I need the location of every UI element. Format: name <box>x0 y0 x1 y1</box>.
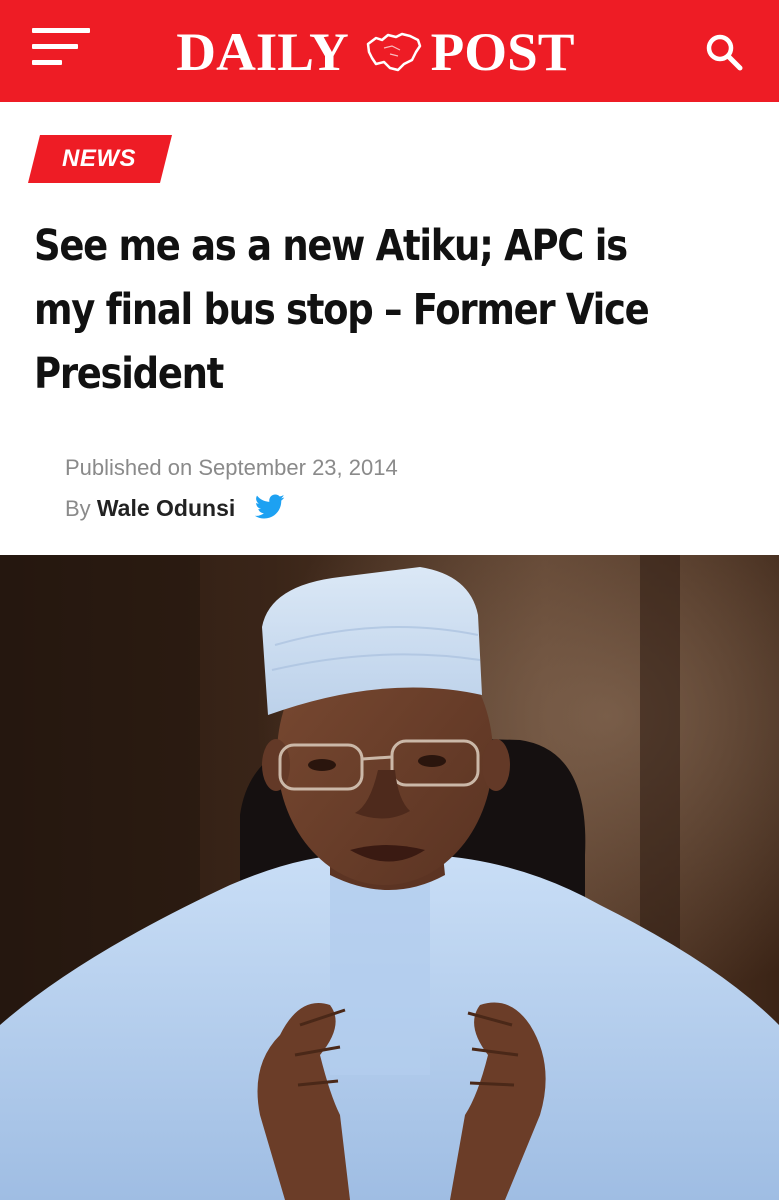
published-date: September 23, 2014 <box>198 455 398 480</box>
search-button[interactable] <box>698 28 750 76</box>
category-tag[interactable]: NEWS <box>28 135 172 183</box>
logo-text-right: POST <box>430 22 575 82</box>
article-photo[interactable] <box>0 555 779 1200</box>
nigeria-map-icon <box>366 32 422 72</box>
search-icon <box>706 34 743 71</box>
top-bar: DAILY POST <box>0 0 779 102</box>
hamburger-menu-icon-line <box>32 60 62 65</box>
hamburger-menu-icon <box>32 28 90 33</box>
published-prefix: Published on <box>65 455 193 480</box>
byline-prefix: By <box>65 496 91 521</box>
menu-button[interactable] <box>28 24 92 76</box>
published-line: Published on September 23, 2014 <box>65 454 398 482</box>
site-logo[interactable]: DAILY POST <box>150 14 630 88</box>
article-headline: See me as a new Atiku; APC is my final b… <box>34 221 650 399</box>
byline: By Wale Odunsi <box>65 494 285 523</box>
logo-text-left: DAILY <box>176 22 349 82</box>
category-label: NEWS <box>62 145 136 172</box>
article-photo-image <box>0 555 779 1200</box>
twitter-bird-icon[interactable] <box>255 494 285 520</box>
author-link[interactable]: Wale Odunsi <box>97 495 235 521</box>
hamburger-menu-icon-line <box>32 44 78 49</box>
